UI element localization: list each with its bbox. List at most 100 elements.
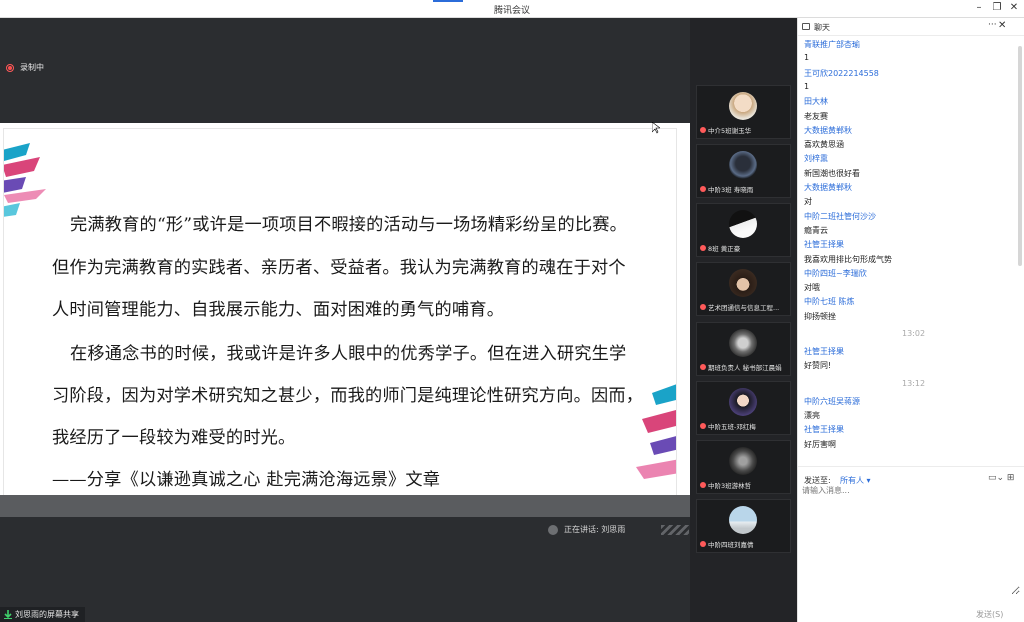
brush-decoration-left [4,143,46,217]
title-bar: 腾讯会议 – ❐ ✕ [0,0,1024,18]
participant-tile[interactable]: 艺术团通信与信息工程... [696,262,791,316]
screen-share-area: 完满教育的“形”或许是一项项目不暇接的活动与一场场精彩纷呈的比赛。 但作为完满教… [0,123,690,517]
chat-message: 喜欢黄思涵 [804,140,844,150]
chat-message: 瘾青云 [804,225,828,235]
chat-timestamp: 13:12 [902,378,926,388]
mic-muted-icon [700,541,706,547]
chat-tools-icon[interactable]: ▭⌄ ⊞ [988,473,1014,483]
participant-strip: 中介5班谢玉华 中阶3班 寿晓雨 8班 黄正豪 艺术团通信与信息工程... 期班… [690,18,797,622]
participant-name: 8班 黄正豪 [708,245,741,253]
shared-slide: 完满教育的“形”或许是一项项目不暇接的活动与一场场精彩纷呈的比赛。 但作为完满教… [4,129,676,495]
chat-message: 好厉害啊 [804,439,836,449]
avatar [729,210,757,238]
window-title: 腾讯会议 [493,6,530,16]
chat-message: 漂亮 [804,410,820,420]
chat-sender: 中阶六班吴蒋源 [804,396,860,406]
mic-muted-icon [700,482,706,488]
chat-message: 好赞同! [804,361,832,371]
chat-message: 我喜欢用排比句形成气势 [804,254,892,264]
chat-sender: 社管王择果 [804,347,844,356]
chat-composer: 发送至: 所有人 ▾ ▭⌄ ⊞ 发送(S) [798,466,1024,622]
mic-muted-icon [700,186,706,192]
record-icon [6,63,14,72]
avatar [729,269,757,297]
participant-tile[interactable]: 8班 黄正豪 [696,203,791,257]
chat-sender: 社管王择果 [804,425,844,435]
avatar [729,151,757,179]
mic-muted-icon [700,423,706,429]
minimize-button[interactable]: – [972,2,986,13]
chat-icon [802,23,810,30]
participant-tile[interactable]: 中阶3班 寿晓雨 [696,144,791,198]
screen-share-text: 刘思雨的屏幕共享 [15,610,79,619]
participant-tile[interactable]: 中阶四班刘嘉倩 [696,499,791,553]
chat-panel: 聊天 ··· ✕ 青联推广部杏瑜 1 王可欣2022214558 1 田大林老友赛大数据… [797,18,1024,622]
meeting-stage: 录制中 完满教育的“形”或许是一项项目不暇接的活动与一场场精彩纷呈的比赛。 但作… [0,18,690,622]
chat-sender: 中阶四班~李瑞欣 [804,268,867,278]
chat-message: 1 [804,81,810,91]
slide-line-5: 习阶段，因为对学术研究知之甚少，而我的师门是纯理论性研究方向。因而， [52,386,644,406]
participant-tile[interactable]: 期班负责人 秘书部江晨娟 [696,322,791,376]
chat-message: 抑扬顿挫 [804,311,836,321]
restore-button[interactable]: ❐ [990,2,1004,13]
mic-muted-icon [700,304,706,310]
recording-indicator[interactable]: 录制中 [6,62,44,73]
chat-sender: 社管王择果 [804,240,844,250]
chat-message: 1 [804,53,810,63]
chat-title: 聊天 [814,23,830,32]
avatar [729,506,757,534]
more-options-icon[interactable]: ··· [988,20,997,30]
speaker-avatar-icon [548,524,558,535]
chat-header: 聊天 ··· ✕ [798,18,1024,36]
participant-name: 艺术团通信与信息工程... [708,304,780,312]
chat-sender: 田大林 [804,97,828,107]
participant-name: 中介5班谢玉华 [708,127,752,135]
participant-tile[interactable]: 中阶3班游林哲 [696,440,791,494]
audio-wave-icon [661,524,690,535]
mic-muted-icon [700,245,706,251]
participant-name: 期班负责人 秘书部江晨娟 [708,364,782,372]
slide-line-1: 完满教育的“形”或许是一项项目不暇接的活动与一场场精彩纷呈的比赛。 [70,215,627,235]
chat-message: 老友赛 [804,111,828,121]
slide-line-7: ——分享《以谦逊真诚之心 赴完满沧海远景》文章 [52,470,441,490]
chat-message: 对哦 [804,283,820,293]
close-chat-icon[interactable]: ✕ [998,20,1006,31]
mic-muted-icon [700,127,706,133]
participant-tile[interactable]: 中阶五班-邓红梅 [696,381,791,435]
participant-name: 中阶五班-邓红梅 [708,423,756,431]
chat-sender: 中阶二班社管何沙沙 [804,211,876,221]
chat-scrollbar[interactable] [1018,46,1022,266]
slide-line-3: 人时间管理能力、自我展示能力、面对困难的勇气的哺育。 [52,300,505,320]
participant-name: 中阶3班游林哲 [708,482,752,490]
chat-input[interactable] [802,485,1020,595]
download-arrow-icon [4,610,12,619]
speaking-label: 正在讲话: 刘思雨 [564,525,626,534]
slide-line-2: 但作为完满教育的实践者、亲历者、受益者。我认为完满教育的魂在于对个 [52,258,626,278]
chat-sender: 中阶七班 陈炼 [804,297,855,307]
slide-bottom-bar [0,495,690,517]
speaking-indicator: 正在讲话: 刘思雨 [548,524,690,535]
chat-sender: 大数据黄郸秋 [804,125,852,135]
participant-name: 中阶3班 寿晓雨 [708,186,754,194]
slide-line-4: 在移通念书的时候，我或许是许多人眼中的优秀学子。但在进入研究生学 [70,344,627,364]
chat-message: 对 [804,197,812,207]
chat-message: 新国潮也很好看 [804,168,860,178]
recording-label: 录制中 [20,63,44,72]
chat-sender: 刘梓熏 [804,154,828,164]
participant-name: 中阶四班刘嘉倩 [708,541,754,549]
send-button[interactable]: 发送(S) [976,609,1003,620]
chat-timestamp: 13:02 [902,329,926,338]
chat-sender: 大数据黄郸秋 [804,183,852,192]
chat-message-list[interactable]: 青联推广部杏瑜 1 王可欣2022214558 1 田大林老友赛大数据黄郸秋 喜欢黄思涵刘… [798,36,1024,466]
avatar [729,388,757,416]
chat-sender: 王可欣2022214558 [804,68,879,78]
mic-muted-icon [700,364,706,370]
title-accent [433,0,463,2]
mouse-cursor-icon [652,122,660,134]
chat-sender: 青联推广部杏瑜 [804,40,860,49]
slide-line-6: 我经历了一段较为难受的时光。 [52,428,296,448]
screen-share-label[interactable]: 刘思雨的屏幕共享 [0,607,85,622]
close-window-button[interactable]: ✕ [1007,2,1021,13]
avatar [729,447,757,475]
participant-tile[interactable]: 中介5班谢玉华 [696,85,791,139]
